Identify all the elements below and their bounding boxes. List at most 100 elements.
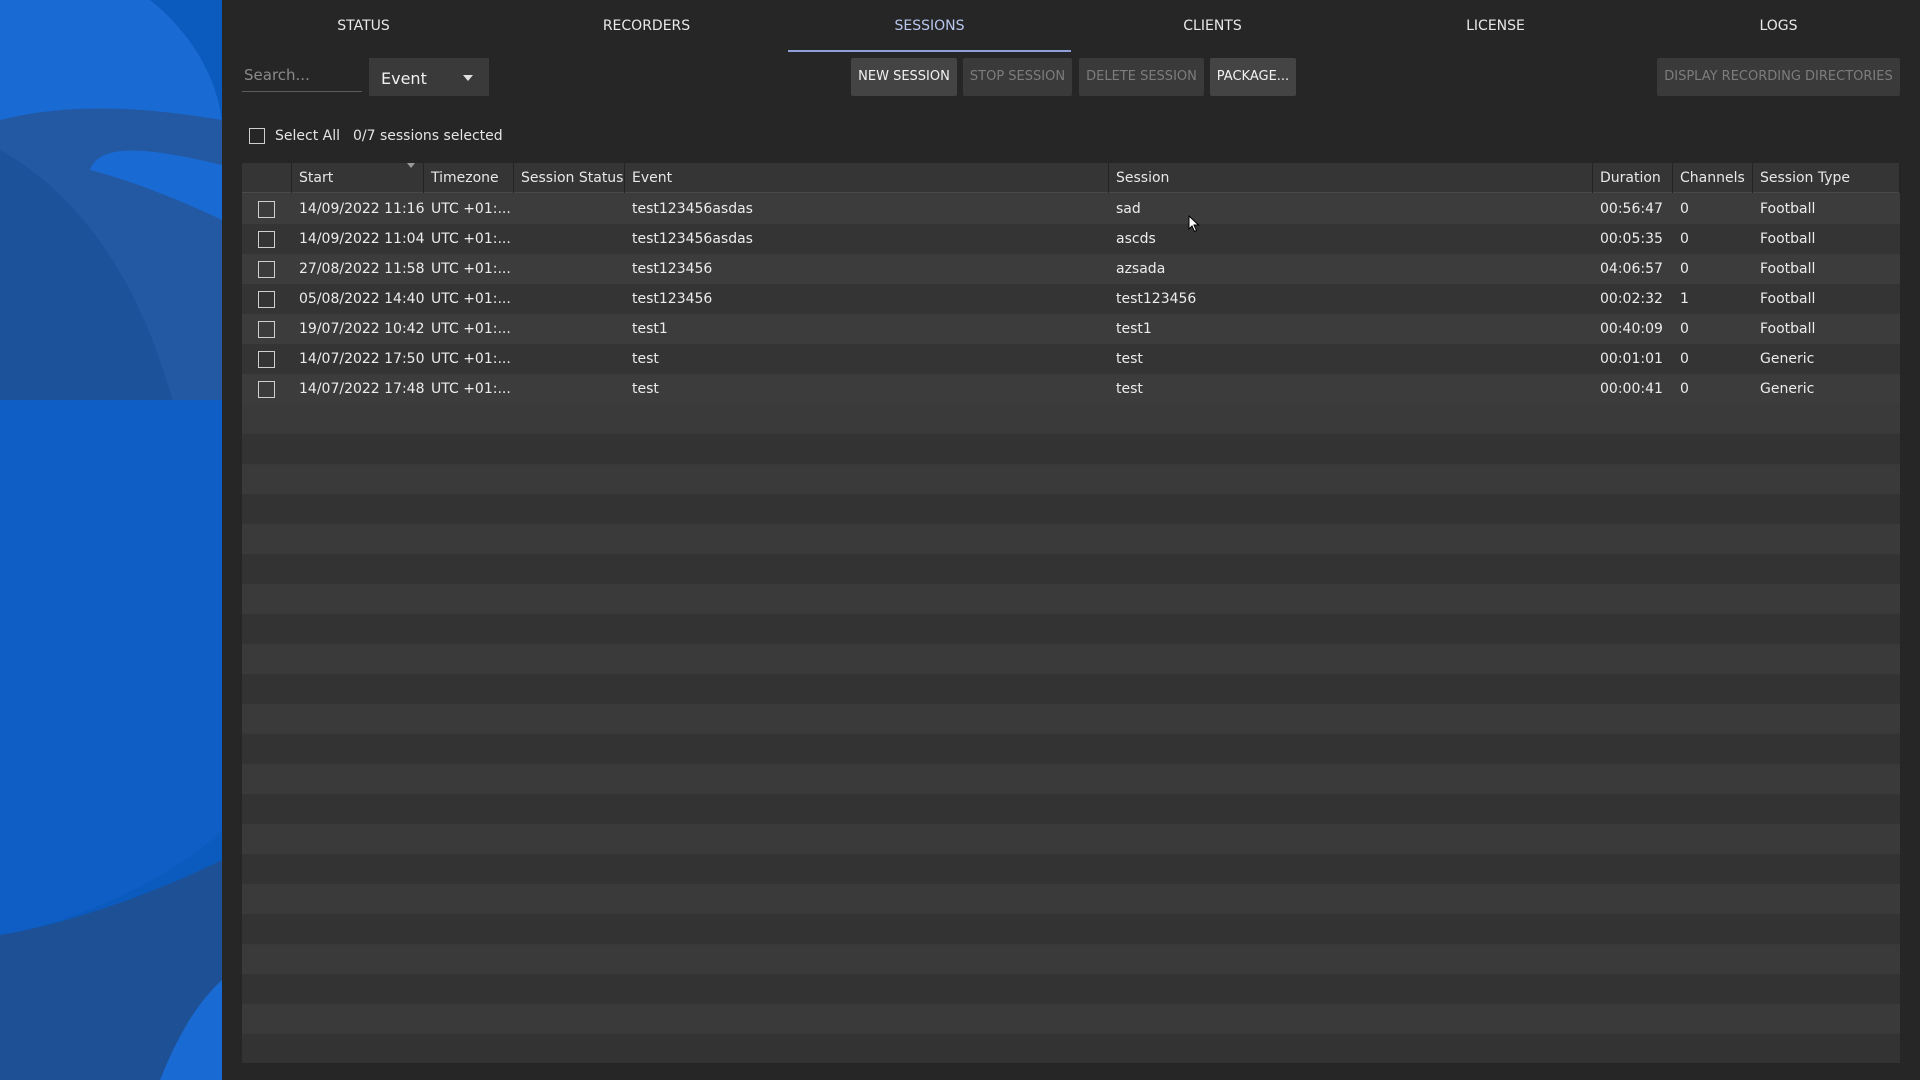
cell-session-status (514, 194, 625, 224)
cell-start: 14/09/2022 11:16 (299, 201, 424, 217)
cell-event: test1 (632, 321, 668, 337)
row-checkbox[interactable] (258, 291, 275, 308)
table-row[interactable]: 14/07/2022 17:50 UTC +01:... test test 0… (242, 344, 1900, 374)
select-all-label[interactable]: Select All (275, 128, 340, 144)
cell-session-type: Football (1760, 231, 1816, 247)
row-checkbox[interactable] (258, 351, 275, 368)
cell-timezone: UTC +01:... (431, 291, 511, 307)
cell-timezone: UTC +01:... (431, 381, 511, 397)
cell-duration: 00:00:41 (1600, 381, 1663, 397)
cell-timezone: UTC +01:... (431, 261, 511, 277)
cell-start: 14/07/2022 17:50 (299, 351, 424, 367)
cell-session: test123456 (1116, 291, 1197, 307)
package-button[interactable]: PACKAGE... (1210, 58, 1296, 96)
cell-event: test (632, 351, 659, 367)
cell-duration: 00:02:32 (1600, 291, 1663, 307)
select-all-checkbox[interactable] (249, 128, 265, 144)
tab-status[interactable]: STATUS (222, 0, 505, 52)
side-decorative-panel (0, 0, 222, 1080)
delete-session-button[interactable]: DELETE SESSION (1079, 58, 1204, 96)
column-header-session[interactable]: Session (1109, 163, 1593, 193)
cell-session-type: Football (1760, 261, 1816, 277)
cell-channels: 0 (1680, 321, 1689, 337)
table-row[interactable]: 14/07/2022 17:48 UTC +01:... test test 0… (242, 374, 1900, 404)
filter-dropdown-value: Event (381, 69, 427, 88)
cell-session-type: Football (1760, 321, 1816, 337)
column-header-select (242, 163, 292, 193)
cell-timezone: UTC +01:... (431, 351, 511, 367)
column-header-session-status[interactable]: Session Status (514, 163, 625, 193)
column-header-start[interactable]: Start (292, 163, 424, 193)
cell-session-status (514, 374, 625, 404)
cell-event: test (632, 381, 659, 397)
cell-timezone: UTC +01:... (431, 231, 511, 247)
cell-timezone: UTC +01:... (431, 201, 511, 217)
cell-session-type: Football (1760, 291, 1816, 307)
cell-timezone: UTC +01:... (431, 321, 511, 337)
cell-start: 27/08/2022 11:58 (299, 261, 424, 277)
cell-session: test (1116, 381, 1143, 397)
column-header-event[interactable]: Event (625, 163, 1109, 193)
cell-session-status (514, 284, 625, 314)
cell-start: 05/08/2022 14:40 (299, 291, 424, 307)
row-checkbox[interactable] (258, 321, 275, 338)
cell-channels: 0 (1680, 261, 1689, 277)
table-row[interactable]: 14/09/2022 11:16 UTC +01:... test123456a… (242, 194, 1900, 224)
cell-session: ascds (1116, 231, 1156, 247)
cell-session: test (1116, 351, 1143, 367)
cell-channels: 0 (1680, 201, 1689, 217)
cell-session-type: Generic (1760, 351, 1815, 367)
table-row[interactable]: 27/08/2022 11:58 UTC +01:... test123456 … (242, 254, 1900, 284)
cell-session: test1 (1116, 321, 1152, 337)
cell-channels: 0 (1680, 231, 1689, 247)
cell-duration: 00:01:01 (1600, 351, 1663, 367)
row-checkbox[interactable] (258, 201, 275, 218)
table-row[interactable]: 19/07/2022 10:42 UTC +01:... test1 test1… (242, 314, 1900, 344)
main-nav: STATUS RECORDERS SESSIONS CLIENTS LICENS… (222, 0, 1920, 52)
filter-dropdown[interactable]: Event (369, 58, 489, 96)
tab-clients[interactable]: CLIENTS (1071, 0, 1354, 52)
cell-duration: 04:06:57 (1600, 261, 1663, 277)
cell-event: test123456 (632, 291, 713, 307)
cell-channels: 0 (1680, 351, 1689, 367)
column-header-duration[interactable]: Duration (1593, 163, 1673, 193)
sessions-app: STATUS RECORDERS SESSIONS CLIENTS LICENS… (222, 0, 1920, 1080)
cell-duration: 00:56:47 (1600, 201, 1663, 217)
cell-event: test123456asdas (632, 231, 753, 247)
cell-channels: 0 (1680, 381, 1689, 397)
new-session-button[interactable]: NEW SESSION (851, 58, 957, 96)
row-checkbox[interactable] (258, 231, 275, 248)
tab-recorders[interactable]: RECORDERS (505, 0, 788, 52)
cell-session-type: Football (1760, 201, 1816, 217)
brand-swoosh-graphic (0, 0, 222, 1080)
cell-start: 14/07/2022 17:48 (299, 381, 424, 397)
sessions-table: Start Timezone Session Status Event Sess… (242, 163, 1900, 1063)
cell-session-status (514, 314, 625, 344)
table-row[interactable]: 05/08/2022 14:40 UTC +01:... test123456 … (242, 284, 1900, 314)
cell-channels: 1 (1680, 291, 1689, 307)
chevron-down-icon (463, 75, 473, 81)
tab-logs[interactable]: LOGS (1637, 0, 1920, 52)
cell-start: 14/09/2022 11:04 (299, 231, 424, 247)
table-row[interactable]: 14/09/2022 11:04 UTC +01:... test123456a… (242, 224, 1900, 254)
cell-duration: 00:05:35 (1600, 231, 1663, 247)
cell-duration: 00:40:09 (1600, 321, 1663, 337)
cell-session: azsada (1116, 261, 1166, 277)
table-body: 14/09/2022 11:16 UTC +01:... test123456a… (242, 194, 1900, 404)
cell-session-status (514, 344, 625, 374)
tab-sessions[interactable]: SESSIONS (788, 0, 1071, 52)
sort-indicator-icon (407, 163, 415, 168)
mouse-cursor-icon (1188, 215, 1200, 233)
column-header-session-type[interactable]: Session Type (1753, 163, 1900, 193)
stop-session-button[interactable]: STOP SESSION (963, 58, 1072, 96)
tab-license[interactable]: LICENSE (1354, 0, 1637, 52)
column-header-channels[interactable]: Channels (1673, 163, 1753, 193)
row-checkbox[interactable] (258, 261, 275, 278)
row-checkbox[interactable] (258, 381, 275, 398)
cell-event: test123456asdas (632, 201, 753, 217)
column-header-timezone[interactable]: Timezone (424, 163, 514, 193)
search-input[interactable] (242, 58, 362, 92)
cell-start: 19/07/2022 10:42 (299, 321, 424, 337)
display-recording-directories-button[interactable]: DISPLAY RECORDING DIRECTORIES (1657, 58, 1900, 96)
cell-session: sad (1116, 201, 1141, 217)
